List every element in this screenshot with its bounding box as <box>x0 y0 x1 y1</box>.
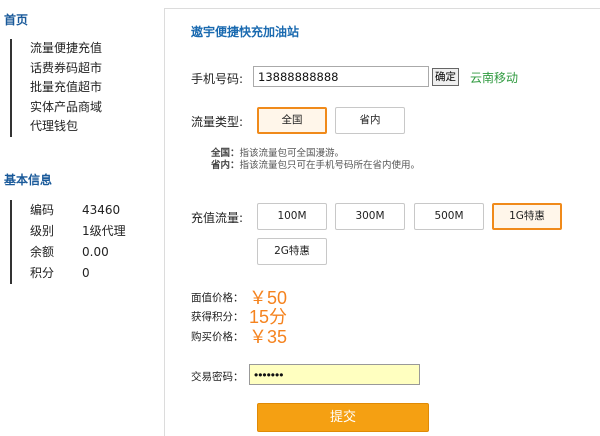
nav-item-product-store[interactable]: 实体产品商域 <box>12 98 102 118</box>
face-price-label: 面值价格： <box>191 292 244 304</box>
amount-option-500m[interactable]: 500M <box>414 203 484 230</box>
type-option-province[interactable]: 省内 <box>335 107 405 134</box>
password-input[interactable] <box>249 364 420 385</box>
info-title: 基本信息 <box>4 173 53 187</box>
info-row-points: 积分 0 <box>12 263 126 284</box>
amount-option-300m[interactable]: 300M <box>335 203 405 230</box>
note-province: 省内：指该流量包只可在手机号码所在省内使用。 <box>211 157 420 171</box>
info-value: 0 <box>82 266 90 280</box>
note-province-text: 指该流量包只可在手机号码所在省内使用。 <box>239 160 421 171</box>
info-key: 余额 <box>30 245 55 259</box>
info-value: 1级代理 <box>82 224 126 238</box>
type-option-national[interactable]: 全国 <box>257 107 327 134</box>
recharge-panel: 遨宇便捷快充加油站 手机号码: 确定 云南移动 流量类型: 全国 省内 全国：指… <box>164 8 600 436</box>
amount-option-1g[interactable]: 1G特惠 <box>492 203 562 230</box>
nav-item-batch-recharge[interactable]: 批量充值超市 <box>12 78 102 98</box>
info-value: 0.00 <box>82 245 109 259</box>
buy-price-value: ￥35 <box>249 327 288 347</box>
nav-item-flow-recharge[interactable]: 流量便捷充值 <box>12 39 102 59</box>
confirm-button[interactable]: 确定 <box>432 68 459 86</box>
type-label: 流量类型: <box>191 115 244 129</box>
sidebar: 首页 流量便捷充值 话费券码超市 批量充值超市 实体产品商域 代理钱包 基本信息… <box>0 0 150 436</box>
info-key: 级别 <box>30 224 55 238</box>
password-label: 交易密码： <box>191 371 244 383</box>
info-key: 积分 <box>30 266 55 280</box>
buy-price-label: 购买价格： <box>191 331 244 343</box>
info-key: 编码 <box>30 203 55 217</box>
amount-label: 充值流量: <box>191 211 244 225</box>
phone-input[interactable] <box>253 66 429 87</box>
nav-list: 流量便捷充值 话费券码超市 批量充值超市 实体产品商域 代理钱包 <box>10 39 102 137</box>
info-row-code: 编码 43460 <box>12 200 126 221</box>
info-list: 编码 43460 级别 1级代理 余额 0.00 积分 0 <box>10 200 126 284</box>
home-title[interactable]: 首页 <box>4 11 28 28</box>
info-row-balance: 余额 0.00 <box>12 242 126 263</box>
amount-option-100m[interactable]: 100M <box>257 203 327 230</box>
nav-item-agent-wallet[interactable]: 代理钱包 <box>12 117 102 137</box>
amount-option-2g[interactable]: 2G特惠 <box>257 238 327 265</box>
phone-label: 手机号码: <box>191 72 244 86</box>
info-value: 43460 <box>82 203 121 217</box>
submit-button[interactable]: 提交 <box>257 403 429 432</box>
panel-title: 遨宇便捷快充加油站 <box>191 25 300 39</box>
carrier-label: 云南移动 <box>470 71 519 85</box>
info-row-level: 级别 1级代理 <box>12 221 126 242</box>
points-label: 获得积分： <box>191 311 244 323</box>
nav-item-voucher-market[interactable]: 话费券码超市 <box>12 59 102 79</box>
note-province-key: 省内： <box>211 160 240 171</box>
